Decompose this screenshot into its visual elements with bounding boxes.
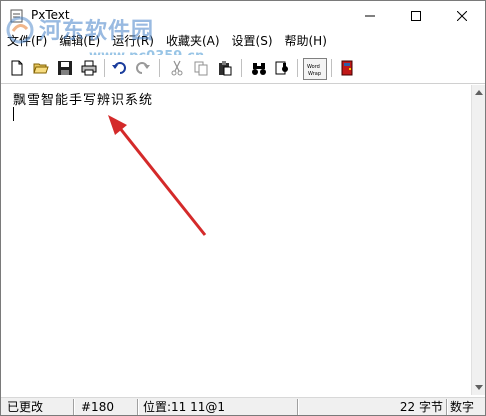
scroll-up-icon bbox=[475, 90, 483, 95]
status-char-code: #180 bbox=[81, 400, 114, 414]
redo-button[interactable] bbox=[133, 58, 153, 78]
maximize-icon bbox=[411, 11, 421, 21]
minimize-icon bbox=[365, 15, 375, 17]
undo-icon bbox=[112, 62, 126, 74]
status-bar: 已更改 #180 位置:11 11@1 22 字节 数字 bbox=[1, 397, 485, 415]
menu-bar: 文件(F) 编辑(E) 运行(R) 收藏夹(A) 设置(S) 帮助(H) bbox=[1, 32, 485, 51]
text-caret bbox=[13, 107, 14, 121]
close-button[interactable] bbox=[439, 1, 485, 31]
new-file-icon bbox=[11, 60, 23, 76]
menu-settings[interactable]: 设置(S) bbox=[226, 32, 279, 51]
cut-button[interactable] bbox=[167, 58, 187, 78]
app-window: PxText 文件(F) 编辑(E) 运行(R) 收藏夹(A) 设置(S) 帮助… bbox=[0, 0, 486, 416]
minimize-button[interactable] bbox=[347, 1, 393, 31]
replace-button[interactable] bbox=[273, 58, 293, 78]
menu-edit[interactable]: 编辑(E) bbox=[53, 32, 106, 51]
toolbar: Word Wrap bbox=[1, 55, 485, 84]
find-button[interactable] bbox=[249, 58, 269, 78]
open-folder-icon bbox=[33, 63, 49, 74]
scroll-down-icon bbox=[475, 385, 483, 390]
redo-icon bbox=[136, 62, 150, 74]
paste-button[interactable] bbox=[215, 58, 235, 78]
word-wrap-button[interactable]: Word Wrap bbox=[303, 58, 327, 80]
replace-icon bbox=[275, 61, 288, 75]
word-wrap-icon: Word Wrap bbox=[307, 64, 321, 77]
title-bar[interactable]: PxText bbox=[1, 1, 485, 31]
maximize-button[interactable] bbox=[393, 1, 439, 31]
find-binoculars-icon bbox=[252, 63, 266, 75]
cut-icon bbox=[171, 60, 183, 76]
paste-icon bbox=[219, 61, 232, 76]
status-mode: 数字 bbox=[450, 400, 475, 414]
text-editor[interactable]: 飘雪智能手写辨识系统 bbox=[1, 85, 471, 395]
new-file-button[interactable] bbox=[7, 58, 27, 78]
status-modified: 已更改 bbox=[7, 400, 44, 414]
window-title: PxText bbox=[31, 8, 70, 22]
svg-text:Wrap: Wrap bbox=[308, 71, 321, 77]
menu-help[interactable]: 帮助(H) bbox=[279, 32, 333, 51]
red-arrow-annotation bbox=[108, 115, 207, 236]
close-icon bbox=[457, 11, 467, 21]
open-file-button[interactable] bbox=[31, 58, 51, 78]
app-icon bbox=[10, 9, 23, 23]
save-disk-icon bbox=[58, 61, 72, 75]
vertical-scrollbar[interactable] bbox=[471, 85, 485, 395]
undo-button[interactable] bbox=[109, 58, 129, 78]
menu-run[interactable]: 运行(R) bbox=[106, 32, 160, 51]
menu-file[interactable]: 文件(F) bbox=[1, 32, 53, 51]
exit-button[interactable] bbox=[337, 58, 357, 78]
scroll-up-button[interactable] bbox=[472, 85, 485, 99]
copy-button[interactable] bbox=[191, 58, 211, 78]
scroll-down-button[interactable] bbox=[472, 381, 485, 395]
exit-door-icon bbox=[341, 60, 353, 76]
svg-text:Word: Word bbox=[307, 64, 320, 70]
print-icon bbox=[81, 60, 97, 76]
status-position: 位置:11 11@1 bbox=[143, 400, 226, 414]
status-byte-count: 22 字节 bbox=[399, 400, 443, 414]
menu-favorites[interactable]: 收藏夹(A) bbox=[160, 32, 226, 51]
copy-icon bbox=[194, 61, 208, 76]
print-button[interactable] bbox=[79, 58, 99, 78]
save-button[interactable] bbox=[55, 58, 75, 78]
editor-text: 飘雪智能手写辨识系统 bbox=[13, 93, 154, 108]
